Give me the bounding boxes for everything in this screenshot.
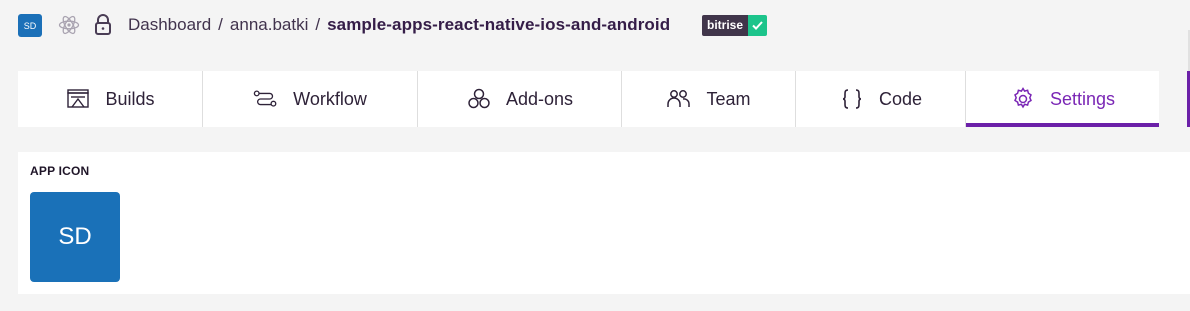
section-title: APP ICON <box>30 164 90 178</box>
react-native-icon <box>58 14 80 36</box>
app-tabs: Builds Workflow Add-ons Team Code Settin… <box>18 71 1159 127</box>
tab-label: Workflow <box>293 88 367 109</box>
addons-icon <box>466 87 492 111</box>
builds-icon <box>65 87 91 111</box>
breadcrumb: Dashboard / anna.batki / sample-apps-rea… <box>128 14 670 36</box>
app-icon[interactable]: SD <box>30 192 120 282</box>
workflow-icon <box>253 87 279 111</box>
team-icon <box>666 87 692 111</box>
tab-label: Team <box>706 88 751 109</box>
tab-label: Settings <box>1049 88 1116 109</box>
badge-label: bitrise <box>702 15 749 36</box>
tab-label: Code <box>878 88 923 109</box>
tab-label: Add-ons <box>505 88 574 109</box>
top-bar: SD Dashboard / anna.batki / sample-apps-… <box>0 0 1190 52</box>
tab-team[interactable]: Team <box>622 71 796 127</box>
lock-icon <box>93 13 113 37</box>
tab-addons[interactable]: Add-ons <box>418 71 622 127</box>
tab-code[interactable]: Code <box>796 71 966 127</box>
breadcrumb-dashboard[interactable]: Dashboard <box>128 15 211 35</box>
bitrise-status-badge: bitrise <box>702 15 768 36</box>
app-avatar[interactable]: SD <box>18 14 42 37</box>
breadcrumb-separator: / <box>218 15 223 34</box>
breadcrumb-app-name: sample-apps-react-native-ios-and-android <box>327 15 671 34</box>
tab-settings[interactable]: Settings <box>966 71 1159 127</box>
code-icon <box>839 87 865 111</box>
check-icon <box>748 15 768 36</box>
breadcrumb-separator: / <box>315 15 321 34</box>
settings-icon <box>1010 87 1036 111</box>
tab-builds[interactable]: Builds <box>18 71 203 127</box>
breadcrumb-owner[interactable]: anna.batki <box>230 15 308 35</box>
tab-label: Builds <box>105 88 155 109</box>
app-icon-panel: APP ICON SD <box>18 152 1190 294</box>
tab-workflow[interactable]: Workflow <box>203 71 418 127</box>
